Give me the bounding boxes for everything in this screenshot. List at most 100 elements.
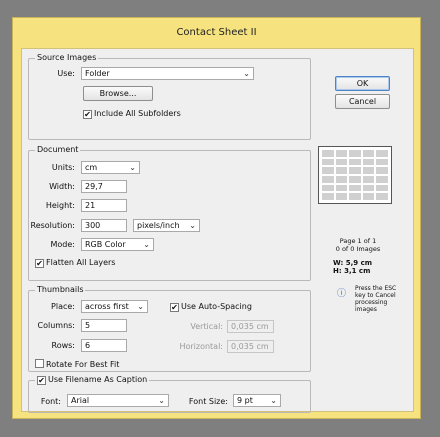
use-label: Use:	[57, 69, 75, 78]
preview-cell	[349, 175, 361, 183]
preview-cell	[322, 150, 334, 157]
vertical-spacing-input[interactable]: 0,035 cm	[227, 320, 274, 333]
mode-select-value: RGB Color	[85, 240, 126, 249]
font-label: Font:	[40, 397, 61, 406]
preview-cell	[335, 167, 348, 174]
font-select[interactable]: Arial ⌄	[67, 394, 169, 407]
preview-cell	[376, 167, 388, 174]
preview-cell	[322, 193, 334, 200]
preview-cell	[322, 158, 334, 166]
preview-cell	[322, 184, 334, 192]
dialog-title: Contact Sheet II	[176, 27, 257, 38]
preview-cell	[335, 150, 348, 157]
source-images-legend: Source Images	[35, 53, 99, 62]
width-input[interactable]: 29,7	[81, 180, 127, 193]
chevron-down-icon: ⌄	[189, 221, 196, 230]
preview-cell	[376, 175, 388, 183]
preview-cell	[362, 193, 375, 200]
page-count: Page 1 of 1	[339, 237, 377, 245]
dialog-body: Source Images Use: Folder ⌄ Browse... ✔ I…	[21, 48, 414, 413]
mode-select[interactable]: RGB Color ⌄	[81, 238, 154, 251]
preview-grid	[322, 150, 388, 200]
ok-button[interactable]: OK	[335, 76, 390, 91]
caption-group: ✔ Use Filename As Caption Font: Arial ⌄ F…	[28, 375, 311, 413]
mode-label: Mode:	[50, 240, 76, 249]
font-select-value: Arial	[71, 396, 90, 405]
place-select[interactable]: across first ⌄	[81, 300, 148, 313]
chevron-down-icon: ⌄	[129, 163, 136, 172]
rotate-label: Rotate For Best Fit	[46, 360, 120, 369]
layout-preview	[318, 146, 392, 204]
esc-hint: Press the ESC key to Cancel processing i…	[355, 285, 397, 313]
use-select[interactable]: Folder ⌄	[81, 67, 254, 80]
height-label: Height:	[45, 201, 75, 210]
preview-cell	[362, 150, 375, 157]
resolution-input[interactable]: 300	[81, 219, 127, 232]
preview-cell	[322, 175, 334, 183]
chevron-down-icon: ⌄	[158, 396, 165, 405]
units-label: Units:	[51, 163, 75, 172]
thumbnails-group: Thumbnails Place: across first ⌄ Columns…	[28, 285, 311, 372]
thumbnail-width: W: 5,9 cm	[333, 259, 373, 267]
columns-input[interactable]: 5	[81, 319, 127, 332]
columns-label: Columns:	[37, 321, 76, 330]
horizontal-spacing-input[interactable]: 0,035 cm	[227, 340, 274, 353]
contact-sheet-dialog: Contact Sheet II Source Images Use: Fold…	[12, 17, 421, 419]
preview-cell	[376, 184, 388, 192]
preview-cell	[335, 175, 348, 183]
place-select-value: across first	[85, 302, 129, 311]
use-select-value: Folder	[85, 69, 110, 78]
horizontal-label: Horizontal:	[179, 342, 223, 351]
resolution-label: Resolution:	[30, 221, 76, 230]
font-size-select-value: 9 pt	[237, 396, 253, 405]
preview-cell	[362, 175, 375, 183]
preview-cell	[335, 158, 348, 166]
preview-cell	[376, 150, 388, 157]
preview-cell	[362, 158, 375, 166]
preview-cell	[349, 167, 361, 174]
use-filename-checkbox[interactable]: ✔ Use Filename As Caption	[35, 375, 150, 385]
cancel-button[interactable]: Cancel	[335, 94, 390, 109]
thumbnail-height: H: 3,1 cm	[333, 267, 371, 275]
chevron-down-icon: ⌄	[243, 69, 250, 78]
chevron-down-icon: ⌄	[143, 240, 150, 249]
chevron-down-icon: ⌄	[137, 302, 144, 311]
source-images-group: Source Images Use: Folder ⌄ Browse... ✔ I…	[28, 53, 311, 140]
use-filename-label: Use Filename As Caption	[48, 375, 148, 384]
flatten-layers-label: Flatten All Layers	[46, 258, 116, 267]
font-size-label: Font Size:	[188, 397, 228, 406]
height-input[interactable]: 21	[81, 199, 127, 212]
flatten-layers-checkbox[interactable]: ✔ Flatten All Layers	[35, 258, 115, 268]
check-icon: ✔	[170, 303, 179, 312]
thumbnails-legend: Thumbnails	[35, 285, 86, 294]
units-select[interactable]: cm ⌄	[81, 161, 140, 174]
preview-cell	[376, 158, 388, 166]
check-icon: ✔	[83, 110, 92, 119]
info-icon: ⓘ	[337, 289, 347, 299]
image-count: 0 of 0 Images	[335, 245, 381, 253]
check-icon: ✔	[37, 376, 46, 385]
preview-cell	[376, 193, 388, 200]
rotate-checkbox[interactable]: Rotate For Best Fit	[35, 359, 119, 370]
width-label: Width:	[49, 182, 75, 191]
browse-button[interactable]: Browse...	[83, 86, 153, 101]
font-size-select[interactable]: 9 pt ⌄	[233, 394, 281, 407]
auto-spacing-checkbox[interactable]: ✔ Use Auto-Spacing	[170, 302, 252, 312]
include-subfolders-checkbox[interactable]: ✔ Include All Subfolders	[83, 109, 181, 119]
auto-spacing-label: Use Auto-Spacing	[181, 302, 252, 311]
vertical-label: Vertical:	[190, 322, 223, 331]
preview-cell	[335, 184, 348, 192]
preview-cell	[335, 193, 348, 200]
preview-cell	[349, 158, 361, 166]
preview-cell	[362, 184, 375, 192]
document-group: Document Units: cm ⌄ Width: 29,7 Height:…	[28, 145, 311, 281]
chevron-down-icon: ⌄	[270, 396, 277, 405]
units-select-value: cm	[85, 163, 98, 172]
rows-label: Rows:	[51, 341, 76, 350]
preview-cell	[322, 167, 334, 174]
preview-cell	[349, 193, 361, 200]
rows-input[interactable]: 6	[81, 339, 127, 352]
resolution-unit-select[interactable]: pixels/inch ⌄	[133, 219, 200, 232]
resolution-unit-value: pixels/inch	[137, 221, 180, 230]
include-subfolders-label: Include All Subfolders	[94, 109, 181, 118]
